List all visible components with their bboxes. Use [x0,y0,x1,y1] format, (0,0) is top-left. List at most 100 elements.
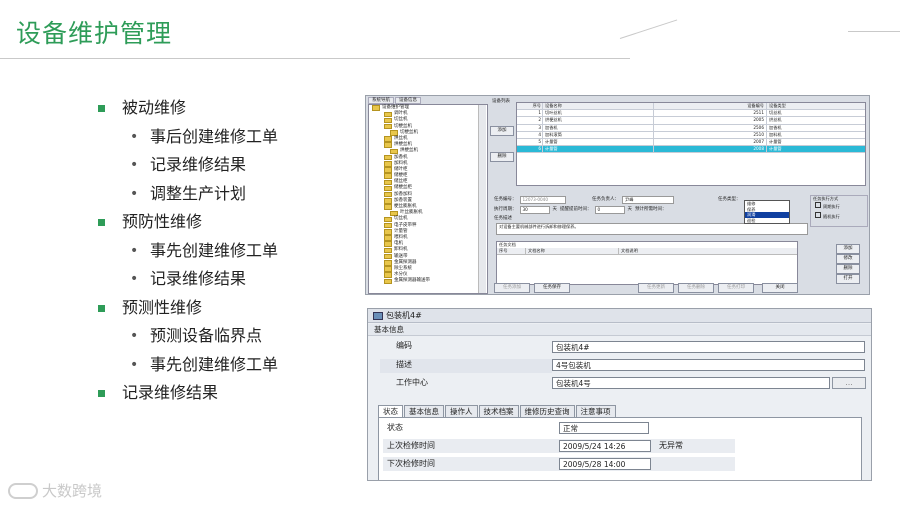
field-desc-input[interactable]: 4号包装机 [552,359,865,371]
folder-icon [390,148,398,155]
table-row[interactable]: 4 加料滚筒 2510 加料机 [517,131,865,139]
dot-bullet-icon: • [130,328,139,344]
sub-bullet-item: • 事先创建维修工单 [96,237,278,266]
doc-action-button[interactable]: 删除 [836,264,860,274]
period-field[interactable]: 30 [519,205,550,214]
dot-bullet-icon: • [130,128,139,145]
exec-option-periodic[interactable]: 周期执行 [811,202,867,210]
detail-tab[interactable]: 基本信息 [404,405,444,417]
remind-label: 提醒提前时间： [560,207,592,212]
task-action-button[interactable]: 任务保存 [534,283,570,293]
folder-icon [384,111,392,118]
task-no-label: 任务编号： [494,197,517,202]
field-desc-label: 描述 [396,360,412,369]
desc-field[interactable]: 对设备主要机械部件进行拆卸和修理保养。 [496,223,808,235]
bullet-text: 预测设备临界点 [150,326,263,345]
dot-bullet-icon: • [130,271,139,287]
section-header: 基本信息 [368,324,871,336]
table-row[interactable]: 3 加香机 2506 加香机 [517,124,865,132]
doc-action-button[interactable]: 打开 [836,274,860,284]
dot-bullet-icon: • [130,242,139,259]
estimate-label: 预计所需时间： [635,207,667,212]
field-code-input[interactable]: 包装机4# [552,341,865,353]
logo-icon [8,482,38,499]
task-action-button[interactable]: 任务打印 [718,283,754,293]
dot-bullet-icon: • [130,157,139,173]
folder-icon [384,235,392,241]
bullet-text: 事先创建维修工单 [150,354,279,374]
bullet-text: 事后创建维修工单 [150,126,279,146]
status-row-value[interactable]: 2009/5/24 14:26 [559,440,651,452]
brand-logo: 大数跨境 [8,480,102,501]
folder-icon [384,167,392,173]
device-grid: 序号 设备名称 设备编号 设备类型 1 切叶丝机 2511 切丝机 2 烘梗丝机 2005 烘丝机 3 加… [516,102,866,186]
status-row-label: 状态 [387,423,403,432]
sub-bullet-item: • 调整生产计划 [96,180,278,209]
exec-option-random[interactable]: 随机执行 [811,212,867,220]
doc-action-button[interactable]: 添加 [836,244,860,254]
detail-tab[interactable]: 技术档案 [478,405,519,417]
bullet-item: 预防性维修 [96,208,278,237]
detail-tab[interactable]: 操作人 [445,405,478,417]
folder-icon [372,105,380,111]
folder-icon [384,260,392,266]
folder-icon [384,278,392,285]
bullet-item: 预测性维修 [96,294,278,323]
sub-bullet-item: • 事先创建维修工单 [96,351,278,380]
remind-unit: 天 [627,207,633,212]
status-tab-body: 状态 正常 上次检修时间 2009/5/24 14:26 无异常 下次检修时间 2009/5… [378,417,862,480]
square-bullet-icon [98,105,105,112]
device-tree: 设备维护管理 调叶机 切丝机 切梗丝机 切梗丝机 烘丝机 烘梗丝机 烘梗丝机 加香机 加料机 储叶柜… [368,104,488,294]
bullet-text: 调整生产计划 [150,183,247,203]
field-workcenter-input[interactable]: 包装机4号 [552,377,830,389]
owner-field[interactable]: 尹峰 [622,195,674,204]
header-divider-right [848,31,900,32]
folder-icon [384,123,392,130]
doc-action-button[interactable]: 修改 [836,254,860,264]
folder-icon [384,253,392,260]
detail-tab[interactable]: 维修历史查询 [519,405,575,417]
tree-scrollbar[interactable] [478,105,486,293]
tab-system-nav[interactable]: 系统导航 [368,97,394,104]
add-button[interactable]: 添加 [490,126,514,136]
folder-icon [384,185,392,192]
table-row[interactable]: 5 计量管 2007 计量管 [517,138,865,147]
task-action-button[interactable]: 任务删除 [678,283,714,293]
folder-icon [384,142,392,148]
dropdown-option[interactable]: 巡检 [745,218,789,224]
detail-tab[interactable]: 注意事项 [575,405,616,417]
table-row[interactable]: 1 切叶丝机 2511 切丝机 [517,110,865,118]
sub-bullet-item: • 事后创建维修工单 [96,123,278,152]
browse-button[interactable]: ... [832,377,866,389]
desc-label: 任务描述 [494,216,512,221]
folder-icon [384,247,392,254]
grid-header: 序号 设备名称 设备编号 设备类型 [517,103,865,111]
square-bullet-icon [98,219,105,226]
folder-icon [384,198,392,204]
folder-icon [384,136,392,142]
task-action-button[interactable]: 关闭 [762,283,798,293]
square-bullet-icon [98,304,105,312]
tab-device-info[interactable]: 设备信息 [395,97,421,104]
detail-tab[interactable]: 状态 [378,405,403,417]
task-action-button[interactable]: 任务更新 [638,283,674,293]
table-row[interactable]: 2 烘梗丝机 2005 烘丝机 [517,117,865,125]
dot-bullet-icon: • [130,185,139,202]
task-type-dropdown[interactable]: 维修 保养 润滑 巡检 [744,200,790,224]
status-row-note: 无异常 [659,441,683,450]
folder-icon [384,266,392,272]
tree-node[interactable]: 金属探测器输送带 [369,278,487,285]
status-row-value[interactable]: 正常 [559,422,649,434]
task-action-button[interactable]: 任务添加 [494,283,530,293]
table-row[interactable]: 6 计量管 2008 计量管 [517,146,865,154]
type-label: 任务类型： [718,197,741,202]
period-label: 执行周期： [494,207,517,212]
task-no-field[interactable]: 12073-0040 [519,195,566,204]
delete-button[interactable]: 删除 [490,152,514,162]
folder-icon [384,272,392,278]
field-workcenter-label: 工作中心 [396,378,428,387]
window-icon [373,312,383,320]
bullet-text: 记录维修结果 [150,155,247,174]
status-row-value[interactable]: 2009/5/28 14:00 [559,458,651,470]
remind-field[interactable]: 0 [594,205,625,214]
